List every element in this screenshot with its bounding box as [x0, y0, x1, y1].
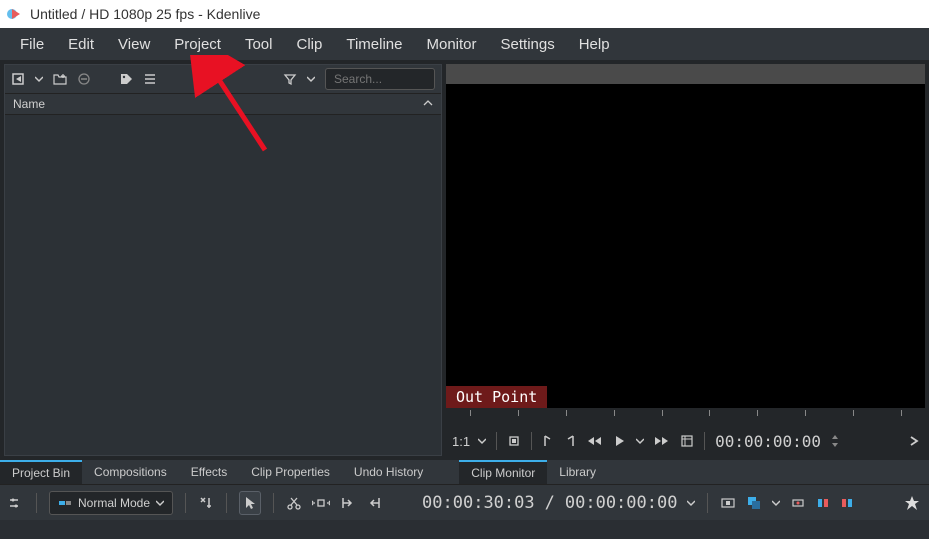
menu-icon[interactable]: [143, 72, 157, 86]
tab-library[interactable]: Library: [547, 460, 608, 484]
menu-monitor[interactable]: Monitor: [414, 30, 488, 59]
zone-out-marker-icon[interactable]: [840, 496, 854, 510]
panel-tabs: Project Bin Compositions Effects Clip Pr…: [0, 460, 929, 484]
bottom-toolbar: Normal Mode 00:00:30:03 / 00:00:00:00: [0, 484, 929, 520]
timeline-timecode-sep: /: [545, 493, 555, 513]
settings-icon[interactable]: [8, 495, 24, 511]
chevron-down-icon[interactable]: [35, 75, 43, 83]
chevron-down-icon: [156, 499, 164, 507]
chevron-down-icon[interactable]: [636, 437, 644, 445]
spacer-tool-icon[interactable]: [312, 496, 330, 510]
favorite-icon[interactable]: [903, 494, 921, 512]
bin-header[interactable]: Name: [5, 93, 441, 115]
sort-icon: [423, 97, 433, 111]
window-title: Untitled / HD 1080p 25 fps - Kdenlive: [30, 6, 260, 22]
rewind-icon[interactable]: [586, 434, 602, 448]
chevron-down-icon[interactable]: [307, 75, 315, 83]
menu-bar: File Edit View Project Tool Clip Timelin…: [0, 28, 929, 60]
tag-icon[interactable]: [119, 72, 133, 86]
monitor-controls: 1:1 00:00:00:00: [446, 426, 925, 456]
menu-file[interactable]: File: [8, 30, 56, 59]
mix-icon[interactable]: [720, 495, 736, 511]
tab-undo-history[interactable]: Undo History: [342, 460, 435, 484]
timeline-timecode-duration: 00:00:00:00: [565, 493, 678, 513]
menu-help[interactable]: Help: [567, 30, 622, 59]
select-tool-icon[interactable]: [239, 491, 261, 515]
edit-mode-icon[interactable]: [680, 434, 694, 448]
forward-icon[interactable]: [654, 434, 670, 448]
add-folder-icon[interactable]: [53, 72, 67, 86]
preview-render-icon[interactable]: [790, 495, 806, 511]
play-icon[interactable]: [612, 434, 626, 448]
edit-mode-select[interactable]: Normal Mode: [49, 491, 173, 515]
tool-special-icon[interactable]: [198, 495, 214, 511]
zone-in-marker-icon[interactable]: [816, 496, 830, 510]
timeline-timecode-position[interactable]: 00:00:30:03: [422, 493, 535, 513]
insert-icon[interactable]: [340, 495, 356, 511]
zone-end-icon[interactable]: [564, 434, 576, 448]
menu-settings[interactable]: Settings: [489, 30, 567, 59]
composition-icon[interactable]: [746, 495, 762, 511]
menu-clip[interactable]: Clip: [285, 30, 335, 59]
out-point-label: Out Point: [446, 386, 547, 408]
tab-project-bin[interactable]: Project Bin: [0, 460, 82, 484]
menu-tool[interactable]: Tool: [233, 30, 285, 59]
tab-effects[interactable]: Effects: [179, 460, 239, 484]
monitor-panel: Out Point 1:1: [446, 64, 925, 456]
column-name: Name: [13, 97, 45, 111]
menu-view[interactable]: View: [106, 30, 162, 59]
search-input[interactable]: [325, 68, 435, 90]
delete-icon[interactable]: [77, 72, 91, 86]
chevron-down-icon[interactable]: [772, 499, 780, 507]
project-bin-panel: Name: [4, 64, 442, 456]
bin-toolbar: [5, 65, 441, 93]
title-bar: Untitled / HD 1080p 25 fps - Kdenlive: [0, 0, 929, 28]
monitor-ruler[interactable]: [446, 408, 925, 426]
overwrite-icon[interactable]: [366, 495, 382, 511]
zone-start-icon[interactable]: [542, 434, 554, 448]
chevron-down-icon[interactable]: [687, 499, 695, 507]
menu-timeline[interactable]: Timeline: [334, 30, 414, 59]
app-logo-icon: [6, 5, 24, 23]
tab-compositions[interactable]: Compositions: [82, 460, 179, 484]
razor-tool-icon[interactable]: [286, 495, 302, 511]
main-area: Name Out Point 1:1: [0, 60, 929, 460]
chevron-down-icon[interactable]: [478, 437, 486, 445]
bin-content[interactable]: [5, 115, 441, 455]
menu-project[interactable]: Project: [162, 30, 233, 59]
tab-clip-properties[interactable]: Clip Properties: [239, 460, 342, 484]
next-icon[interactable]: [909, 434, 919, 448]
monitor-view[interactable]: Out Point: [446, 84, 925, 408]
menu-edit[interactable]: Edit: [56, 30, 106, 59]
monitor-timecode[interactable]: 00:00:00:00: [715, 432, 821, 451]
add-clip-icon[interactable]: [11, 72, 25, 86]
set-in-icon[interactable]: [507, 434, 521, 448]
normal-mode-icon: [58, 497, 72, 509]
timecode-adjust-icon[interactable]: [831, 434, 839, 448]
scale-label[interactable]: 1:1: [452, 434, 470, 449]
tab-clip-monitor[interactable]: Clip Monitor: [459, 460, 547, 484]
monitor-top-bar: [446, 64, 925, 84]
filter-icon[interactable]: [283, 72, 297, 86]
